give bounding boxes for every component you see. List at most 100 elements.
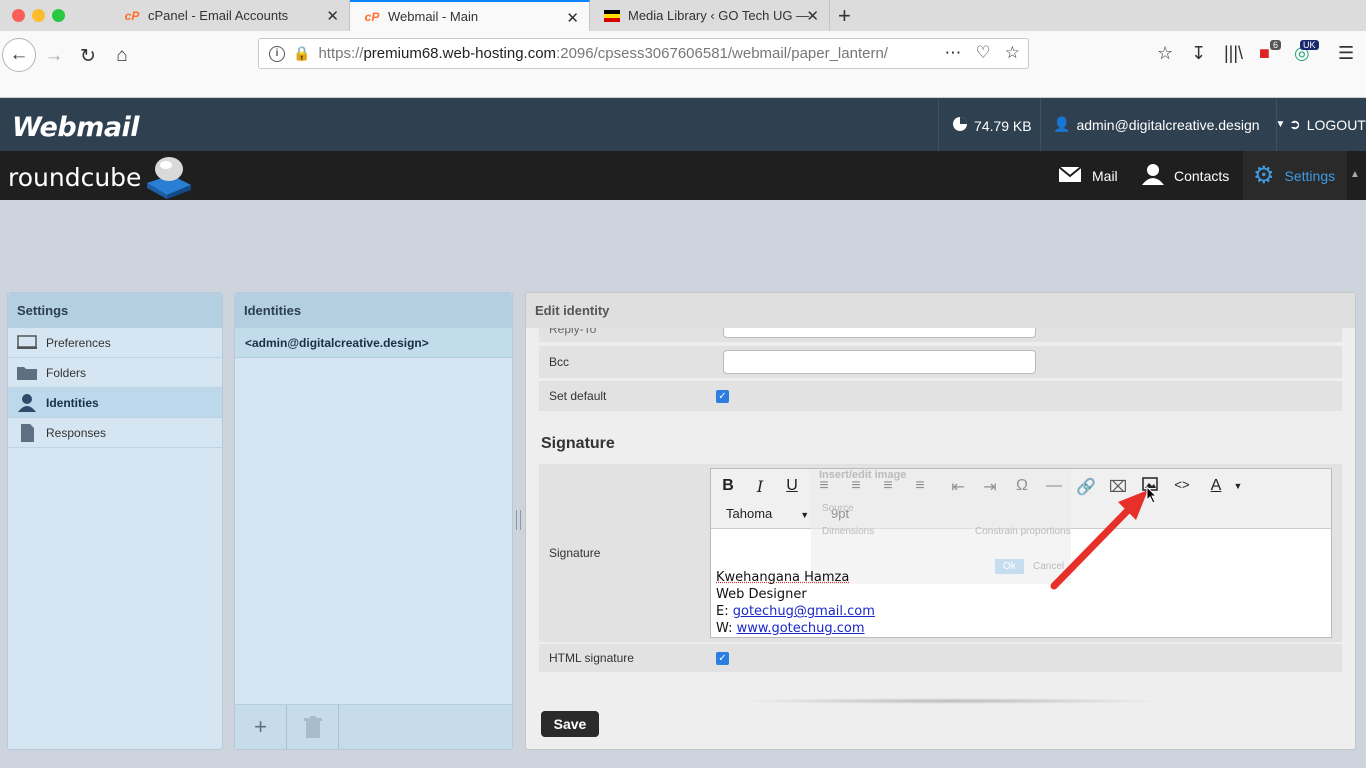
tab-title: Media Library ‹ GO Tech UG — (628, 8, 810, 23)
webmail-header: Webmail 74.79 KB 👤 admin@digitalcreative… (0, 98, 1366, 151)
signature-name: Kwehangana Hamza (716, 570, 850, 585)
signature-email-line: E: gotechug@gmail.com (716, 604, 875, 619)
signature-web-link[interactable]: www.gotechug.com (737, 621, 865, 636)
divider-shadow (736, 698, 1166, 704)
url-text: https://premium68.web-hosting.com:2096/c… (318, 45, 888, 62)
save-button[interactable]: Save (541, 711, 599, 737)
signature-web-line: W: www.gotechug.com (716, 621, 865, 636)
document-icon (17, 423, 37, 442)
reload-button[interactable]: ↻ (72, 40, 104, 72)
close-icon[interactable]: ✕ (806, 7, 819, 25)
forward-button[interactable]: → (38, 40, 70, 72)
edit-identity-title: Edit identity (526, 293, 1355, 328)
underline-icon[interactable]: U (781, 477, 803, 495)
close-window-button[interactable] (12, 9, 25, 22)
quota-indicator: 74.79 KB (952, 116, 1032, 135)
set-default-checkbox[interactable]: ✓ (716, 390, 729, 403)
close-icon[interactable]: ✕ (566, 9, 579, 27)
caret-down-icon: ▼ (1275, 119, 1286, 130)
signature-heading: Signature (541, 435, 615, 452)
webmail-logo[interactable]: Webmail (12, 112, 140, 143)
edit-identity-panel: Edit identity Reply-To Bcc Set default ✓… (525, 292, 1356, 750)
nav-contacts[interactable]: Contacts (1142, 151, 1241, 200)
minimize-window-button[interactable] (32, 9, 45, 22)
folder-icon (17, 365, 37, 381)
logout-button[interactable]: ➲ LOGOUT (1289, 116, 1366, 133)
envelope-icon (1058, 165, 1082, 186)
signature-email-link[interactable]: gotechug@gmail.com (733, 604, 875, 619)
tab-cpanel[interactable]: cP cPanel - Email Accounts ✕ (110, 0, 350, 31)
user-icon (1142, 163, 1164, 188)
identities-panel: Identities <admin@digitalcreative.design… (234, 292, 513, 750)
italic-icon[interactable]: I (749, 477, 771, 496)
back-button[interactable]: ← (2, 38, 36, 72)
html-signature-row: HTML signature ✓ (539, 644, 1342, 672)
logout-icon: ➲ (1289, 116, 1301, 132)
set-default-label: Set default (549, 389, 607, 403)
roundcube-cube-icon (147, 157, 191, 199)
monitor-icon (17, 335, 37, 351)
reading-list-icon[interactable]: ☆ (1157, 43, 1173, 64)
set-default-row: Set default ✓ (539, 381, 1342, 411)
info-icon[interactable]: i (269, 45, 285, 62)
signature-editor[interactable]: B I U ≡ ≡ ≡ ≡ ⇤ ⇥ Ω — 🔗 ⌧ <> A ▼ Tahoma▼… (710, 468, 1332, 638)
url-bar[interactable]: i 🔒 https://premium68.web-hosting.com:20… (258, 38, 1029, 69)
extension-badge: 6 (1270, 40, 1282, 50)
flag-icon (604, 8, 620, 24)
person-icon (17, 393, 37, 412)
nav-settings[interactable]: ⚙ Settings (1243, 151, 1347, 200)
zoom-window-button[interactable] (52, 9, 65, 22)
identity-item[interactable]: <admin@digitalcreative.design> (235, 328, 512, 358)
roundcube-logo[interactable]: roundcube (8, 163, 141, 192)
reply-to-input[interactable] (723, 328, 1036, 338)
identities-toolbar: + (235, 704, 512, 749)
nav-mail[interactable]: Mail (1058, 151, 1130, 200)
page-actions-icon[interactable]: ⋯ (945, 43, 962, 63)
download-icon[interactable]: ↧ (1191, 43, 1206, 64)
signature-content[interactable]: Kwehangana Hamza Web Designer E: gotechu… (716, 569, 875, 637)
close-icon[interactable]: ✕ (326, 7, 339, 25)
settings-panel: Settings Preferences Folders Identities … (7, 292, 223, 750)
panel-splitter[interactable] (516, 510, 521, 530)
new-tab-button[interactable]: + (838, 3, 851, 29)
pie-chart-icon (952, 116, 968, 135)
font-family-select[interactable]: Tahoma ▼ (726, 506, 809, 521)
text-color-dropdown-icon[interactable]: ▼ (1227, 481, 1249, 491)
tab-media-library[interactable]: Media Library ‹ GO Tech UG — ✕ (590, 0, 830, 31)
signature-label: Signature (549, 546, 601, 560)
sidebar-item-responses[interactable]: Responses (8, 418, 222, 448)
bcc-row: Bcc (539, 346, 1342, 378)
identities-title: Identities (235, 293, 512, 328)
sidebar-item-folders[interactable]: Folders (8, 358, 222, 388)
bold-icon[interactable]: B (717, 477, 739, 495)
collapse-icon[interactable]: ▲ (1350, 169, 1360, 180)
uk-badge: UK (1300, 40, 1319, 50)
ghost-image-dialog: Insert/edit image Source Dimensions Cons… (811, 469, 1071, 584)
extension-icon[interactable]: ■ (1259, 43, 1270, 64)
library-icon[interactable]: |||\ (1224, 43, 1243, 64)
sidebar-item-preferences[interactable]: Preferences (8, 328, 222, 358)
add-identity-button[interactable]: + (235, 705, 287, 749)
trash-icon (303, 716, 322, 738)
tab-webmail[interactable]: cP Webmail - Main ✕ (350, 0, 590, 31)
html-signature-checkbox[interactable]: ✓ (716, 652, 729, 665)
text-color-icon[interactable]: A (1205, 477, 1227, 495)
user-menu[interactable]: 👤 admin@digitalcreative.design ▼ (1053, 116, 1285, 133)
cpanel-icon: cP (124, 8, 140, 23)
browser-nav-bar: ← → ↻ ⌂ i 🔒 https://premium68.web-hostin… (0, 31, 1366, 98)
roundcube-bar: roundcube Mail Contacts ⚙ Settings ▲ (0, 151, 1366, 200)
home-button[interactable]: ⌂ (106, 40, 138, 72)
delete-identity-button[interactable] (287, 705, 339, 749)
sidebar-item-identities[interactable]: Identities (8, 388, 222, 418)
pocket-icon[interactable]: ♡ (976, 43, 991, 63)
browser-tab-bar: cP cPanel - Email Accounts ✕ cP Webmail … (0, 0, 1366, 31)
source-code-icon[interactable]: <> (1171, 477, 1193, 492)
signature-title: Web Designer (716, 587, 807, 602)
menu-icon[interactable]: ☰ (1338, 43, 1354, 64)
lock-icon: 🔒 (293, 45, 311, 61)
chevron-down-icon: ▼ (800, 510, 810, 520)
bookmark-star-icon[interactable]: ☆ (1005, 43, 1020, 63)
annotation-arrow-icon (1050, 490, 1148, 590)
bcc-input[interactable] (723, 350, 1036, 374)
gear-icon: ⚙ (1253, 162, 1275, 189)
